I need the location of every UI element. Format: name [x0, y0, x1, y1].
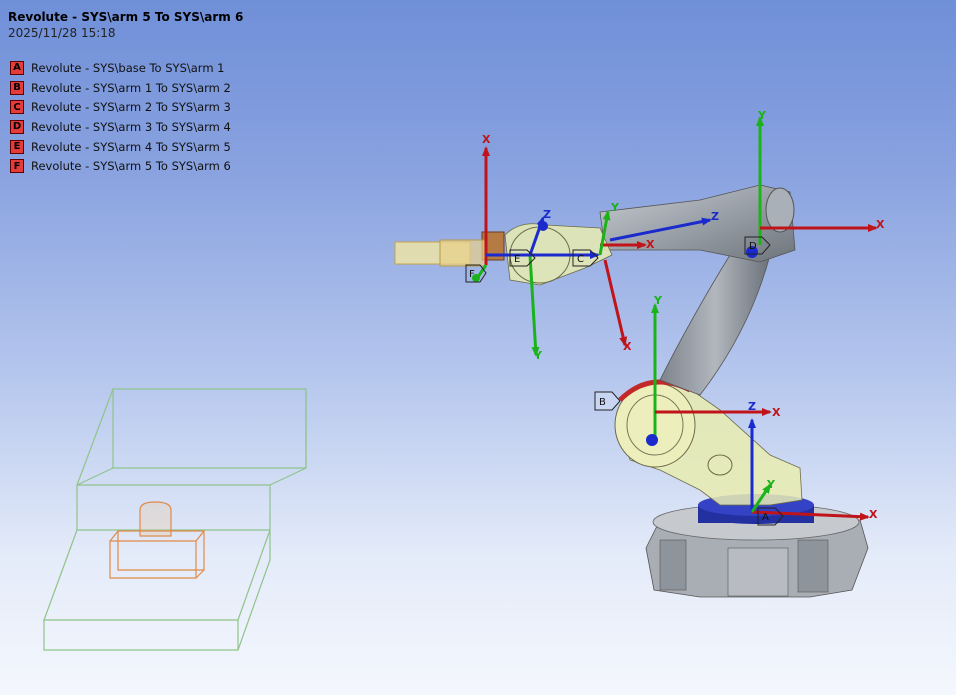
axis-label-y: Y — [766, 478, 776, 491]
axis-label-z: Z — [711, 210, 719, 223]
legend-item-a[interactable]: A Revolute - SYS\base To SYS\arm 1 — [10, 58, 231, 78]
axis-label-y: Y — [653, 294, 663, 307]
legend-tag-f: F — [10, 159, 24, 174]
legend-item-c[interactable]: C Revolute - SYS\arm 2 To SYS\arm 3 — [10, 97, 231, 117]
axis-label-y: Y — [757, 109, 767, 122]
axis-label-z: Z — [748, 400, 756, 413]
view-datetime: 2025/11/28 15:18 — [8, 26, 116, 40]
legend-label-d: Revolute - SYS\arm 3 To SYS\arm 4 — [31, 119, 231, 134]
axis-label-x: X — [772, 406, 781, 419]
legend-label-b: Revolute - SYS\arm 1 To SYS\arm 2 — [31, 80, 231, 95]
legend-item-f[interactable]: F Revolute - SYS\arm 5 To SYS\arm 6 — [10, 156, 231, 176]
legend-label-f: Revolute - SYS\arm 5 To SYS\arm 6 — [31, 159, 231, 174]
joint-marker-c: C — [577, 254, 584, 265]
legend-tag-e: E — [10, 139, 24, 154]
legend-item-d[interactable]: D Revolute - SYS\arm 3 To SYS\arm 4 — [10, 117, 231, 137]
wireframe-fixture[interactable] — [43, 388, 307, 651]
axis-label-y: Y — [533, 349, 543, 362]
legend-label-e: Revolute - SYS\arm 4 To SYS\arm 5 — [31, 139, 231, 154]
robot-arm2[interactable] — [659, 254, 771, 396]
axis-label-y: Y — [610, 201, 620, 214]
annotation-header: Revolute - SYS\arm 5 To SYS\arm 6 2025/1… — [8, 10, 243, 41]
axis-label-x: X — [482, 133, 491, 146]
robot-base[interactable] — [645, 494, 869, 598]
graphics-viewport[interactable]: Revolute - SYS\arm 5 To SYS\arm 6 2025/1… — [0, 0, 956, 695]
axis-label-z: Z — [543, 208, 551, 221]
joint-marker-e: E — [514, 254, 520, 265]
axis-label-x: X — [646, 238, 655, 251]
legend-label-a: Revolute - SYS\base To SYS\arm 1 — [31, 60, 225, 75]
legend-label-c: Revolute - SYS\arm 2 To SYS\arm 3 — [31, 100, 231, 115]
axis-label-x: X — [869, 508, 878, 521]
legend-tag-d: D — [10, 119, 24, 134]
joint-marker-f: F — [469, 269, 475, 280]
legend-tag-b: B — [10, 80, 24, 95]
legend-item-e[interactable]: E Revolute - SYS\arm 4 To SYS\arm 5 — [10, 137, 231, 157]
legend-tag-c: C — [10, 100, 24, 115]
axis-label-x: X — [623, 340, 632, 353]
joint-marker-d: D — [749, 241, 757, 252]
legend-item-b[interactable]: B Revolute - SYS\arm 1 To SYS\arm 2 — [10, 78, 231, 98]
joint-legend: A Revolute - SYS\base To SYS\arm 1 B Rev… — [10, 58, 231, 176]
orange-part[interactable] — [109, 501, 205, 579]
joint-marker-a: A — [762, 512, 769, 523]
joint-marker-b: B — [599, 397, 606, 408]
legend-tag-a: A — [10, 60, 24, 75]
view-title: Revolute - SYS\arm 5 To SYS\arm 6 — [8, 10, 244, 24]
axis-label-x: X — [876, 218, 885, 231]
